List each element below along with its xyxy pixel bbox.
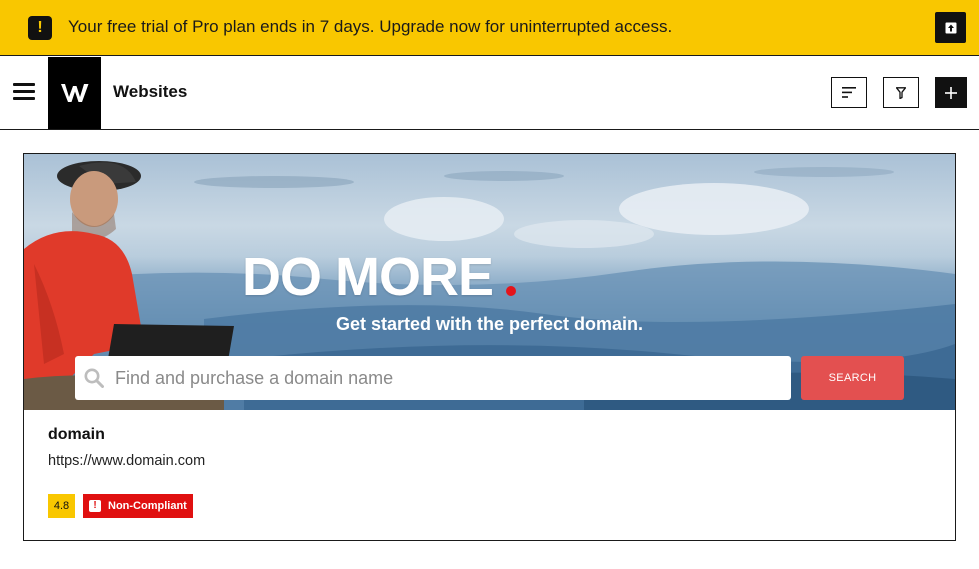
- trial-banner-text: Your free trial of Pro plan ends in 7 da…: [68, 17, 673, 36]
- website-card[interactable]: DO MORE Get started with the perfect dom…: [23, 153, 956, 541]
- sort-button[interactable]: [831, 77, 867, 108]
- add-button[interactable]: [935, 77, 967, 108]
- filter-icon: [896, 86, 906, 99]
- filter-button[interactable]: [883, 77, 919, 108]
- hero-banner: DO MORE Get started with the perfect dom…: [24, 154, 955, 410]
- hero-subtitle: Get started with the perfect domain.: [336, 314, 644, 334]
- hero-title: DO MORE: [242, 247, 494, 307]
- exclamation-icon: !: [89, 500, 101, 512]
- status-badge-label: Non-Compliant: [108, 500, 187, 512]
- search-button[interactable]: SEARCH: [801, 356, 904, 400]
- page-title: Websites: [113, 82, 188, 101]
- domain-search-box: [75, 356, 791, 400]
- status-badge: ! Non-Compliant: [83, 494, 193, 518]
- hamburger-icon[interactable]: [13, 83, 35, 101]
- exclamation-icon: !: [28, 16, 52, 40]
- arrow-up-icon: [945, 22, 956, 33]
- domain-search-input[interactable]: [115, 356, 775, 400]
- trial-banner: ! Your free trial of Pro plan ends in 7 …: [0, 0, 979, 56]
- sort-icon: [842, 87, 856, 98]
- banner-upgrade-button[interactable]: [935, 12, 966, 43]
- website-name[interactable]: domain: [48, 426, 105, 444]
- plus-icon: [945, 86, 957, 99]
- hero-accent-dot: [506, 286, 516, 296]
- search-icon: [84, 368, 104, 388]
- app-header: Websites: [0, 57, 979, 130]
- score-badge: 4.8: [48, 494, 75, 518]
- website-url[interactable]: https://www.domain.com: [48, 453, 205, 469]
- logo-mark: [60, 84, 88, 102]
- w-logo[interactable]: [48, 57, 101, 129]
